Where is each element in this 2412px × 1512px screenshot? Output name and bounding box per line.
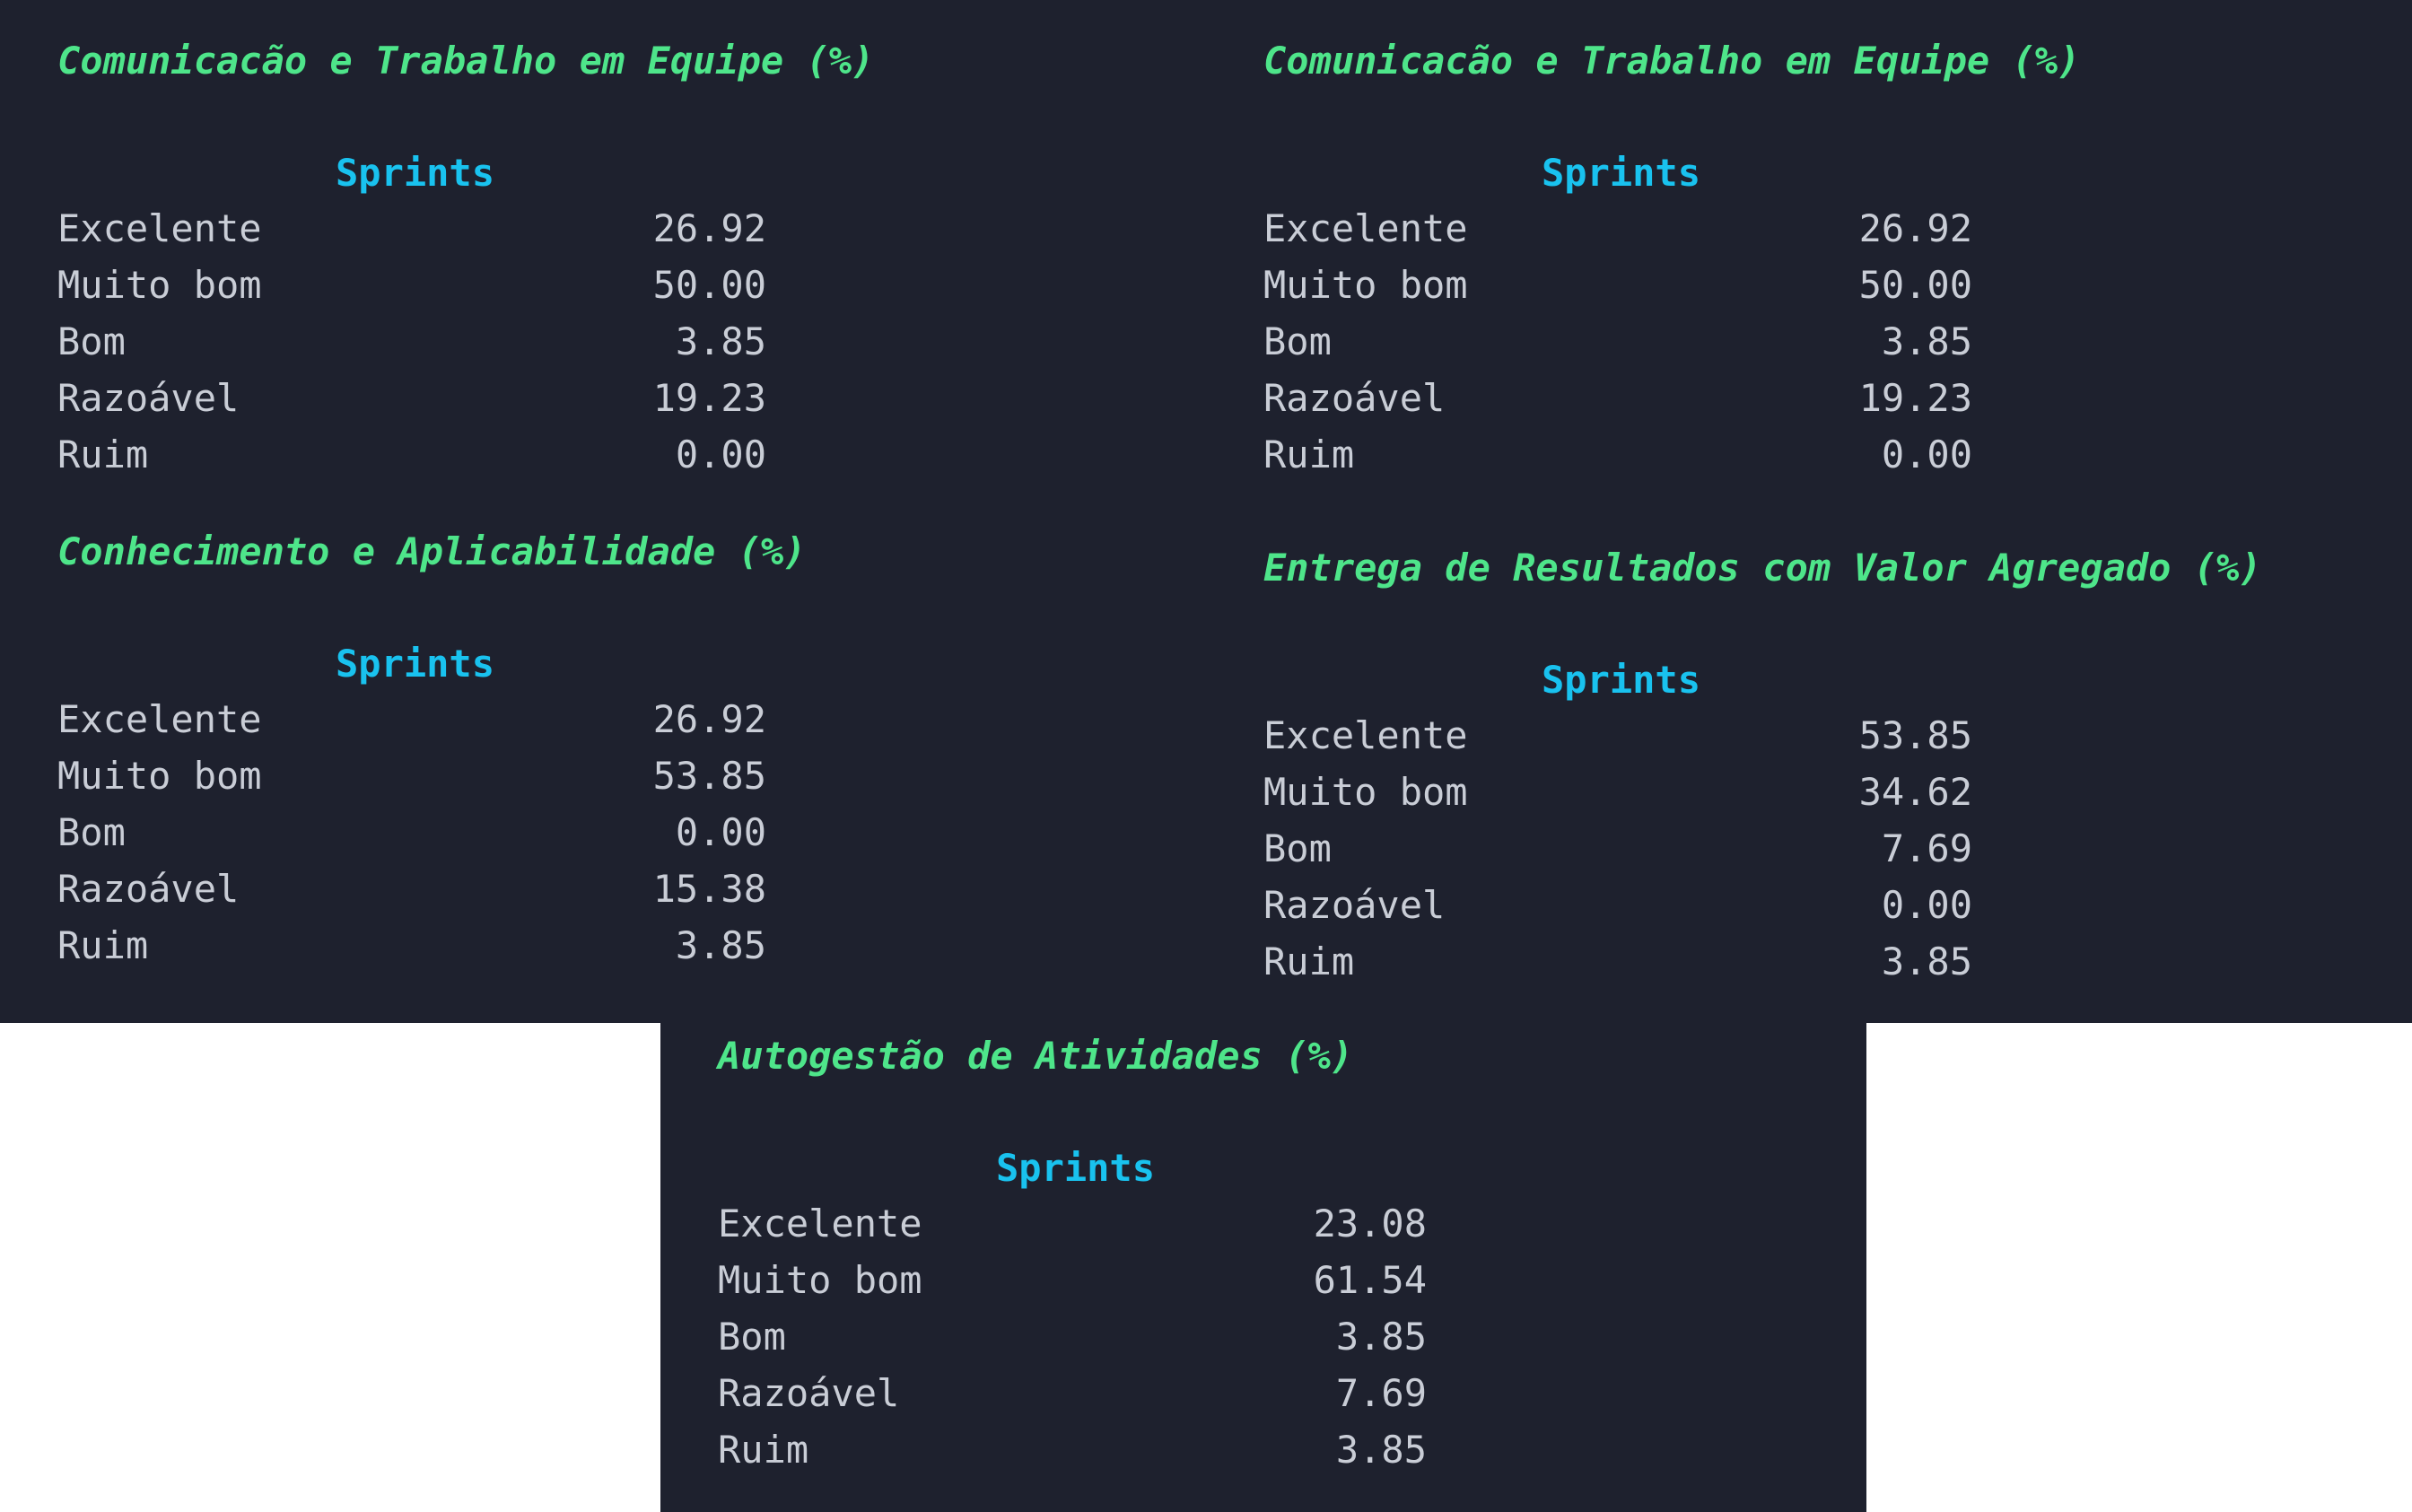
- row-value: 3.85: [1335, 1315, 1427, 1359]
- table-row: Excelente 23.08: [718, 1195, 1436, 1252]
- row-value: 7.69: [1335, 1371, 1427, 1415]
- row-value: 0.00: [675, 433, 766, 476]
- row-label: Ruim: [1263, 940, 1355, 983]
- row-value: 53.85: [652, 754, 766, 798]
- table-row: Muito bom 53.85: [57, 747, 775, 804]
- table-row: Excelente 26.92: [57, 200, 775, 257]
- block-title: Autogestão de Atividades (%): [718, 1034, 1354, 1078]
- row-value: 23.08: [1313, 1202, 1427, 1245]
- table-rows: Excelente 26.92 Muito bom 53.85 Bom 0.00 Ra…: [57, 691, 775, 974]
- row-label: Razoável: [57, 867, 240, 911]
- row-value: 3.85: [675, 319, 766, 363]
- row-value: 3.85: [1335, 1428, 1427, 1472]
- row-label: Bom: [57, 810, 126, 854]
- row-value: 3.85: [1881, 319, 1972, 363]
- row-value: 26.92: [1858, 206, 1972, 250]
- table-row: Razoável 0.00: [1263, 877, 1981, 933]
- column-header-sprints: Sprints: [1542, 658, 1701, 702]
- row-value: 61.54: [1313, 1258, 1427, 1302]
- block-title: Entrega de Resultados com Valor Agregado…: [1263, 546, 2262, 590]
- table-row: Bom 3.85: [57, 313, 775, 370]
- table-rows: Excelente 26.92 Muito bom 50.00 Bom 3.85 Ra…: [1263, 200, 1981, 483]
- row-label: Muito bom: [57, 263, 262, 307]
- row-label: Muito bom: [1263, 770, 1468, 814]
- table-rows: Excelente 23.08 Muito bom 61.54 Bom 3.85 Ra…: [718, 1195, 1436, 1478]
- row-label: Excelente: [1263, 206, 1468, 250]
- row-label: Razoável: [718, 1371, 900, 1415]
- table-row: Muito bom 50.00: [57, 257, 775, 313]
- table-row: Razoável 19.23: [1263, 370, 1981, 426]
- block-title: Conhecimento e Aplicabilidade (%): [57, 529, 807, 573]
- row-value: 7.69: [1881, 826, 1972, 870]
- table-row: Ruim 0.00: [57, 426, 775, 483]
- row-value: 3.85: [1881, 940, 1972, 983]
- column-header-sprints: Sprints: [336, 151, 495, 195]
- row-value: 34.62: [1858, 770, 1972, 814]
- row-label: Ruim: [57, 433, 149, 476]
- row-value: 19.23: [1858, 376, 1972, 420]
- table-rows: Excelente 53.85 Muito bom 34.62 Bom 7.69 Ra…: [1263, 707, 1981, 990]
- row-value: 3.85: [675, 923, 766, 967]
- row-value: 0.00: [1881, 433, 1972, 476]
- row-value: 53.85: [1858, 713, 1972, 757]
- row-value: 0.00: [1881, 883, 1972, 927]
- row-label: Ruim: [57, 923, 149, 967]
- row-label: Bom: [57, 319, 126, 363]
- row-label: Muito bom: [1263, 263, 1468, 307]
- block-title: Comunicacão e Trabalho em Equipe (%): [1263, 39, 2081, 83]
- row-label: Razoável: [57, 376, 240, 420]
- row-value: 26.92: [652, 206, 766, 250]
- table-row: Razoável 7.69: [718, 1365, 1436, 1421]
- table-row: Razoável 15.38: [57, 861, 775, 917]
- row-value: 50.00: [652, 263, 766, 307]
- table-row: Ruim 3.85: [718, 1421, 1436, 1478]
- row-label: Excelente: [57, 697, 262, 741]
- row-value: 26.92: [652, 697, 766, 741]
- table-row: Bom 3.85: [1263, 313, 1981, 370]
- row-label: Razoável: [1263, 883, 1446, 927]
- table-row: Razoável 19.23: [57, 370, 775, 426]
- table-row: Bom 3.85: [718, 1308, 1436, 1365]
- row-value: 19.23: [652, 376, 766, 420]
- column-header-sprints: Sprints: [336, 642, 495, 686]
- row-label: Ruim: [718, 1428, 809, 1472]
- row-value: 0.00: [675, 810, 766, 854]
- table-row: Ruim 3.85: [57, 917, 775, 974]
- row-label: Excelente: [57, 206, 262, 250]
- table-row: Muito bom 34.62: [1263, 764, 1981, 820]
- column-header-sprints: Sprints: [996, 1146, 1156, 1190]
- row-label: Ruim: [1263, 433, 1355, 476]
- row-label: Excelente: [1263, 713, 1468, 757]
- block-title: Comunicacão e Trabalho em Equipe (%): [57, 39, 875, 83]
- row-label: Razoável: [1263, 376, 1446, 420]
- table-row: Excelente 26.92: [57, 691, 775, 747]
- row-label: Bom: [1263, 826, 1332, 870]
- table-row: Bom 0.00: [57, 804, 775, 861]
- table-row: Ruim 3.85: [1263, 933, 1981, 990]
- table-row: Excelente 26.92: [1263, 200, 1981, 257]
- row-label: Bom: [1263, 319, 1332, 363]
- table-rows: Excelente 26.92 Muito bom 50.00 Bom 3.85 Ra…: [57, 200, 775, 483]
- table-row: Muito bom 50.00: [1263, 257, 1981, 313]
- row-label: Bom: [718, 1315, 786, 1359]
- column-header-sprints: Sprints: [1542, 151, 1701, 195]
- row-label: Muito bom: [57, 754, 262, 798]
- row-value: 15.38: [652, 867, 766, 911]
- row-label: Excelente: [718, 1202, 922, 1245]
- table-row: Bom 7.69: [1263, 820, 1981, 877]
- row-value: 50.00: [1858, 263, 1972, 307]
- table-row: Muito bom 61.54: [718, 1252, 1436, 1308]
- row-label: Muito bom: [718, 1258, 922, 1302]
- table-row: Excelente 53.85: [1263, 707, 1981, 764]
- table-row: Ruim 0.00: [1263, 426, 1981, 483]
